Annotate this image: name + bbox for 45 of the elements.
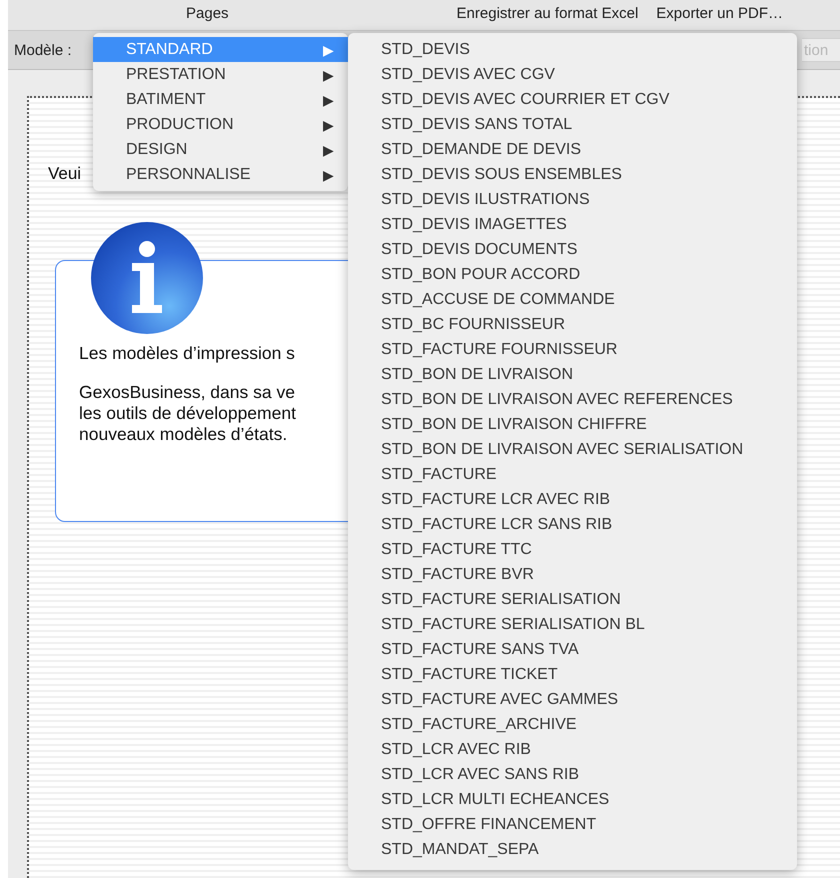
submenu-item[interactable]: STD_FACTURE BVR — [348, 562, 797, 587]
submenu-item[interactable]: STD_FACTURE_ARCHIVE — [348, 712, 797, 737]
toolbar-label[interactable]: Exporter un PDF… — [656, 5, 784, 23]
submenu-item[interactable]: STD_LCR AVEC RIB — [348, 737, 797, 762]
model-label: Modèle : — [14, 42, 72, 58]
submenu-item[interactable]: STD_FACTURE LCR SANS RIB — [348, 512, 797, 537]
submenu-item[interactable]: STD_FACTURE TICKET — [348, 662, 797, 687]
submenu-item[interactable]: STD_OFFRE FINANCEMENT — [348, 812, 797, 837]
submenu-item[interactable]: STD_BON DE LIVRAISON — [348, 362, 797, 387]
toolbar-label[interactable]: Pages — [186, 5, 229, 23]
submenu-item[interactable]: STD_FACTURE AVEC GAMMES — [348, 687, 797, 712]
submenu-item[interactable]: STD_BON DE LIVRAISON AVEC SERIALISATION — [348, 437, 797, 462]
menu-item[interactable]: PERSONNALISE ▶ — [93, 162, 348, 187]
submenu-item[interactable]: STD_BON POUR ACCORD — [348, 262, 797, 287]
info-text: GexosBusiness, dans sa ve les outils de développement nouveaux modèles d’états. — [79, 382, 296, 445]
menu-item[interactable]: DESIGN ▶ — [93, 137, 348, 162]
submenu-item[interactable]: STD_DEVIS SANS TOTAL — [348, 112, 797, 137]
menu-item[interactable]: BATIMENT ▶ — [93, 87, 348, 112]
submenu-item[interactable]: STD_DEVIS SOUS ENSEMBLES — [348, 162, 797, 187]
submenu-item[interactable]: STD_DEVIS ILUSTRATIONS — [348, 187, 797, 212]
info-text: Les modèles d’impression s — [79, 343, 295, 364]
submenu-item[interactable]: STD_DEVIS IMAGETTES — [348, 212, 797, 237]
toolbar-label[interactable]: Enregistrer au format Excel — [456, 5, 638, 23]
submenu-item[interactable]: STD_FACTURE LCR AVEC RIB — [348, 487, 797, 512]
submenu-item[interactable]: STD_DEMANDE DE DEVIS — [348, 137, 797, 162]
submenu-item[interactable]: STD_DEVIS DOCUMENTS — [348, 237, 797, 262]
submenu-item[interactable]: STD_FACTURE SERIALISATION BL — [348, 612, 797, 637]
submenu-item[interactable]: STD_LCR MULTI ECHEANCES — [348, 787, 797, 812]
submenu-item[interactable]: STD_FACTURE SANS TVA — [348, 637, 797, 662]
submenu-item[interactable]: STD_BON DE LIVRAISON AVEC REFERENCES — [348, 387, 797, 412]
submenu-item[interactable]: STD_FACTURE SERIALISATION — [348, 587, 797, 612]
submenu-item[interactable]: STD_DEVIS — [348, 37, 797, 62]
submenu-item[interactable]: STD_FACTURE FOURNISSEUR — [348, 337, 797, 362]
submenu-item[interactable]: STD_ACCUSE DE COMMANDE — [348, 287, 797, 312]
submenu-item[interactable]: STD_DEVIS AVEC COURRIER ET CGV — [348, 87, 797, 112]
submenu-item[interactable]: STD_FACTURE — [348, 462, 797, 487]
prompt-text: Veui — [48, 164, 82, 184]
menu-item[interactable]: PRESTATION ▶ — [93, 62, 348, 87]
submenu-item[interactable]: STD_DEVIS AVEC CGV — [348, 62, 797, 87]
submenu-item[interactable]: STD_BON DE LIVRAISON CHIFFRE — [348, 412, 797, 437]
menu-item[interactable]: PRODUCTION ▶ — [93, 112, 348, 137]
submenu-item[interactable]: STD_FACTURE TTC — [348, 537, 797, 562]
submenu-item[interactable]: STD_BC FOURNISSEUR — [348, 312, 797, 337]
submenu-item[interactable]: STD_MANDAT_SEPA — [348, 837, 797, 862]
submenu-item[interactable]: STD_LCR AVEC SANS RIB — [348, 762, 797, 787]
